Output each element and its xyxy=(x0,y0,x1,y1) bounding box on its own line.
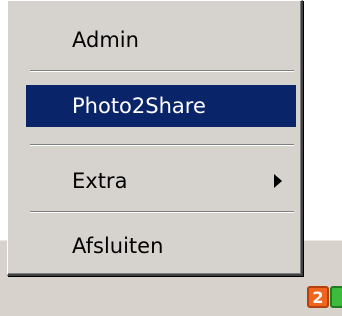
orange-tray-icon[interactable]: 2 xyxy=(307,286,329,308)
menu-item-extra[interactable]: Extra xyxy=(26,160,296,202)
menu-item-label: Extra xyxy=(72,169,128,193)
menu-separator xyxy=(30,211,294,213)
menu-item-afsluiten[interactable]: Afsluiten xyxy=(26,225,296,267)
menu-item-label: Afsluiten xyxy=(72,234,164,258)
screen: 2 Admin Photo2Share Extra Afsluiten xyxy=(0,0,342,316)
chevron-right-icon xyxy=(274,174,282,188)
menu-separator xyxy=(30,144,294,146)
menu-item-label: Photo2Share xyxy=(72,94,206,118)
tray-icon-label: 2 xyxy=(312,288,324,307)
menu-separator xyxy=(30,70,294,72)
menu-item-photo2share[interactable]: Photo2Share xyxy=(26,85,296,127)
green-tray-icon[interactable] xyxy=(330,286,342,308)
context-menu: Admin Photo2Share Extra Afsluiten xyxy=(7,0,303,276)
menu-item-label: Admin xyxy=(72,28,139,52)
menu-item-admin[interactable]: Admin xyxy=(26,19,296,61)
